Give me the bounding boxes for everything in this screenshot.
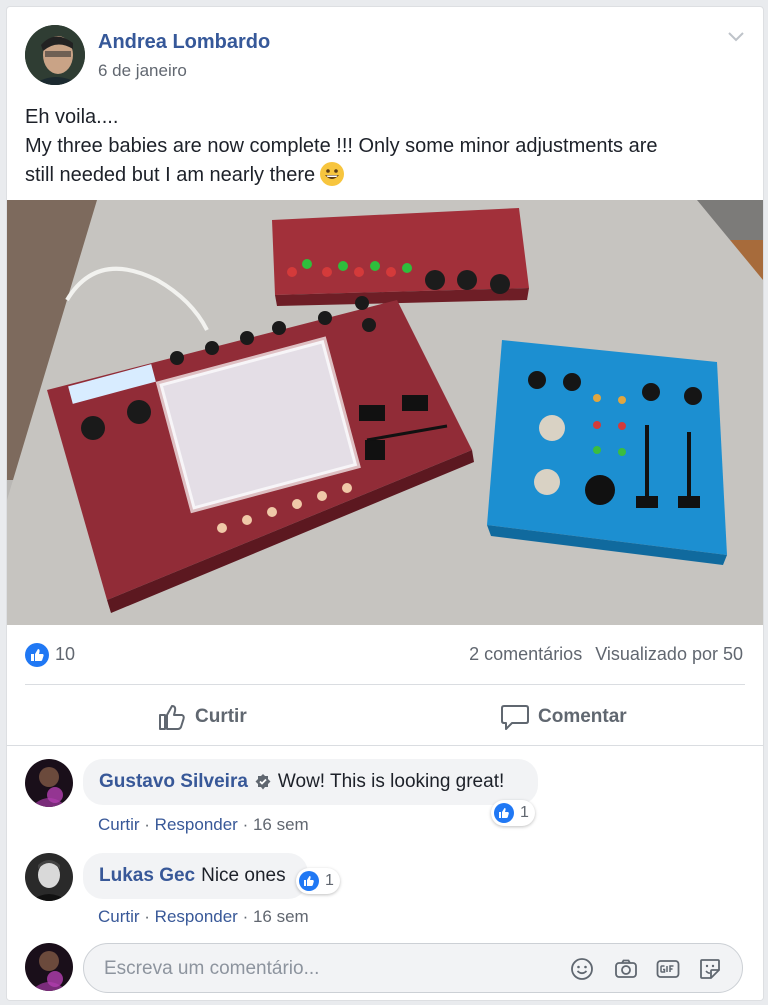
comment-text: Nice ones xyxy=(201,865,286,886)
current-user-avatar xyxy=(25,943,73,991)
post-stats: 10 2 comentários Visualizado por 50 xyxy=(7,635,763,675)
post-text: Eh voila.... My three babies are now com… xyxy=(25,103,745,190)
comment-button[interactable]: Comentar xyxy=(500,697,627,737)
verified-badge-icon xyxy=(255,774,271,790)
comment-reaction[interactable]: 1 xyxy=(491,800,535,826)
comment-meta: Curtir · Responder · 16 sem xyxy=(98,815,309,834)
comments-count-link[interactable]: 2 comentários xyxy=(469,644,582,664)
commenter-avatar[interactable] xyxy=(25,853,73,901)
grinning-emoji-icon xyxy=(320,162,345,186)
post-date[interactable]: 6 de janeiro xyxy=(98,61,187,81)
comment-meta: Curtir · Responder · 16 sem xyxy=(98,907,309,926)
post-text-line: still needed but I am nearly there xyxy=(25,164,316,186)
post-text-line: Eh voila.... xyxy=(25,106,119,128)
post-photo[interactable] xyxy=(7,200,763,625)
comment-reply-link[interactable]: Responder xyxy=(155,815,238,834)
comment-icon xyxy=(501,705,529,730)
comment-bubble: Gustavo Silveira Wow! This is looking gr… xyxy=(83,759,538,805)
comment-author[interactable]: Gustavo Silveira xyxy=(99,771,248,793)
comment-input[interactable] xyxy=(102,954,546,984)
like-reaction-icon xyxy=(494,803,514,823)
divider xyxy=(25,684,745,685)
like-count[interactable]: 10 xyxy=(55,644,75,665)
comment-author[interactable]: Lukas Gec xyxy=(99,865,195,887)
reaction-count: 1 xyxy=(325,872,334,889)
commenter-avatar[interactable] xyxy=(25,759,73,807)
views-count-link[interactable]: Visualizado por 50 xyxy=(595,644,743,664)
comment-text: Wow! This is looking great! xyxy=(277,771,505,792)
like-button[interactable]: Curtir xyxy=(157,697,247,737)
comment-reply-link[interactable]: Responder xyxy=(155,907,238,926)
comment-button-label: Comentar xyxy=(538,706,627,727)
comment-like-link[interactable]: Curtir xyxy=(98,815,140,834)
post-card: Andrea Lombardo 6 de janeiro Eh voila...… xyxy=(6,6,764,1001)
comment-time[interactable]: 16 sem xyxy=(253,907,309,926)
like-reaction-icon[interactable] xyxy=(25,643,49,667)
thumbs-up-icon xyxy=(159,705,185,730)
comment-time[interactable]: 16 sem xyxy=(253,815,309,834)
gif-icon[interactable] xyxy=(656,957,680,981)
post-text-line: My three babies are now complete !!! Onl… xyxy=(25,135,658,157)
author-avatar[interactable] xyxy=(25,25,85,85)
stats-right: 2 comentários Visualizado por 50 xyxy=(461,644,743,665)
comment-composer[interactable] xyxy=(83,943,743,993)
emoji-icon[interactable] xyxy=(570,957,594,981)
sticker-icon[interactable] xyxy=(698,957,722,981)
comment-bubble: Lukas Gec Nice ones xyxy=(83,853,308,899)
author-name[interactable]: Andrea Lombardo xyxy=(98,31,270,54)
camera-icon[interactable] xyxy=(614,957,638,981)
like-button-label: Curtir xyxy=(195,706,247,727)
chevron-down-icon[interactable] xyxy=(725,27,747,45)
reaction-count: 1 xyxy=(520,804,529,821)
like-reaction-icon xyxy=(299,871,319,891)
comment-like-link[interactable]: Curtir xyxy=(98,907,140,926)
comment-reaction[interactable]: 1 xyxy=(296,868,340,894)
